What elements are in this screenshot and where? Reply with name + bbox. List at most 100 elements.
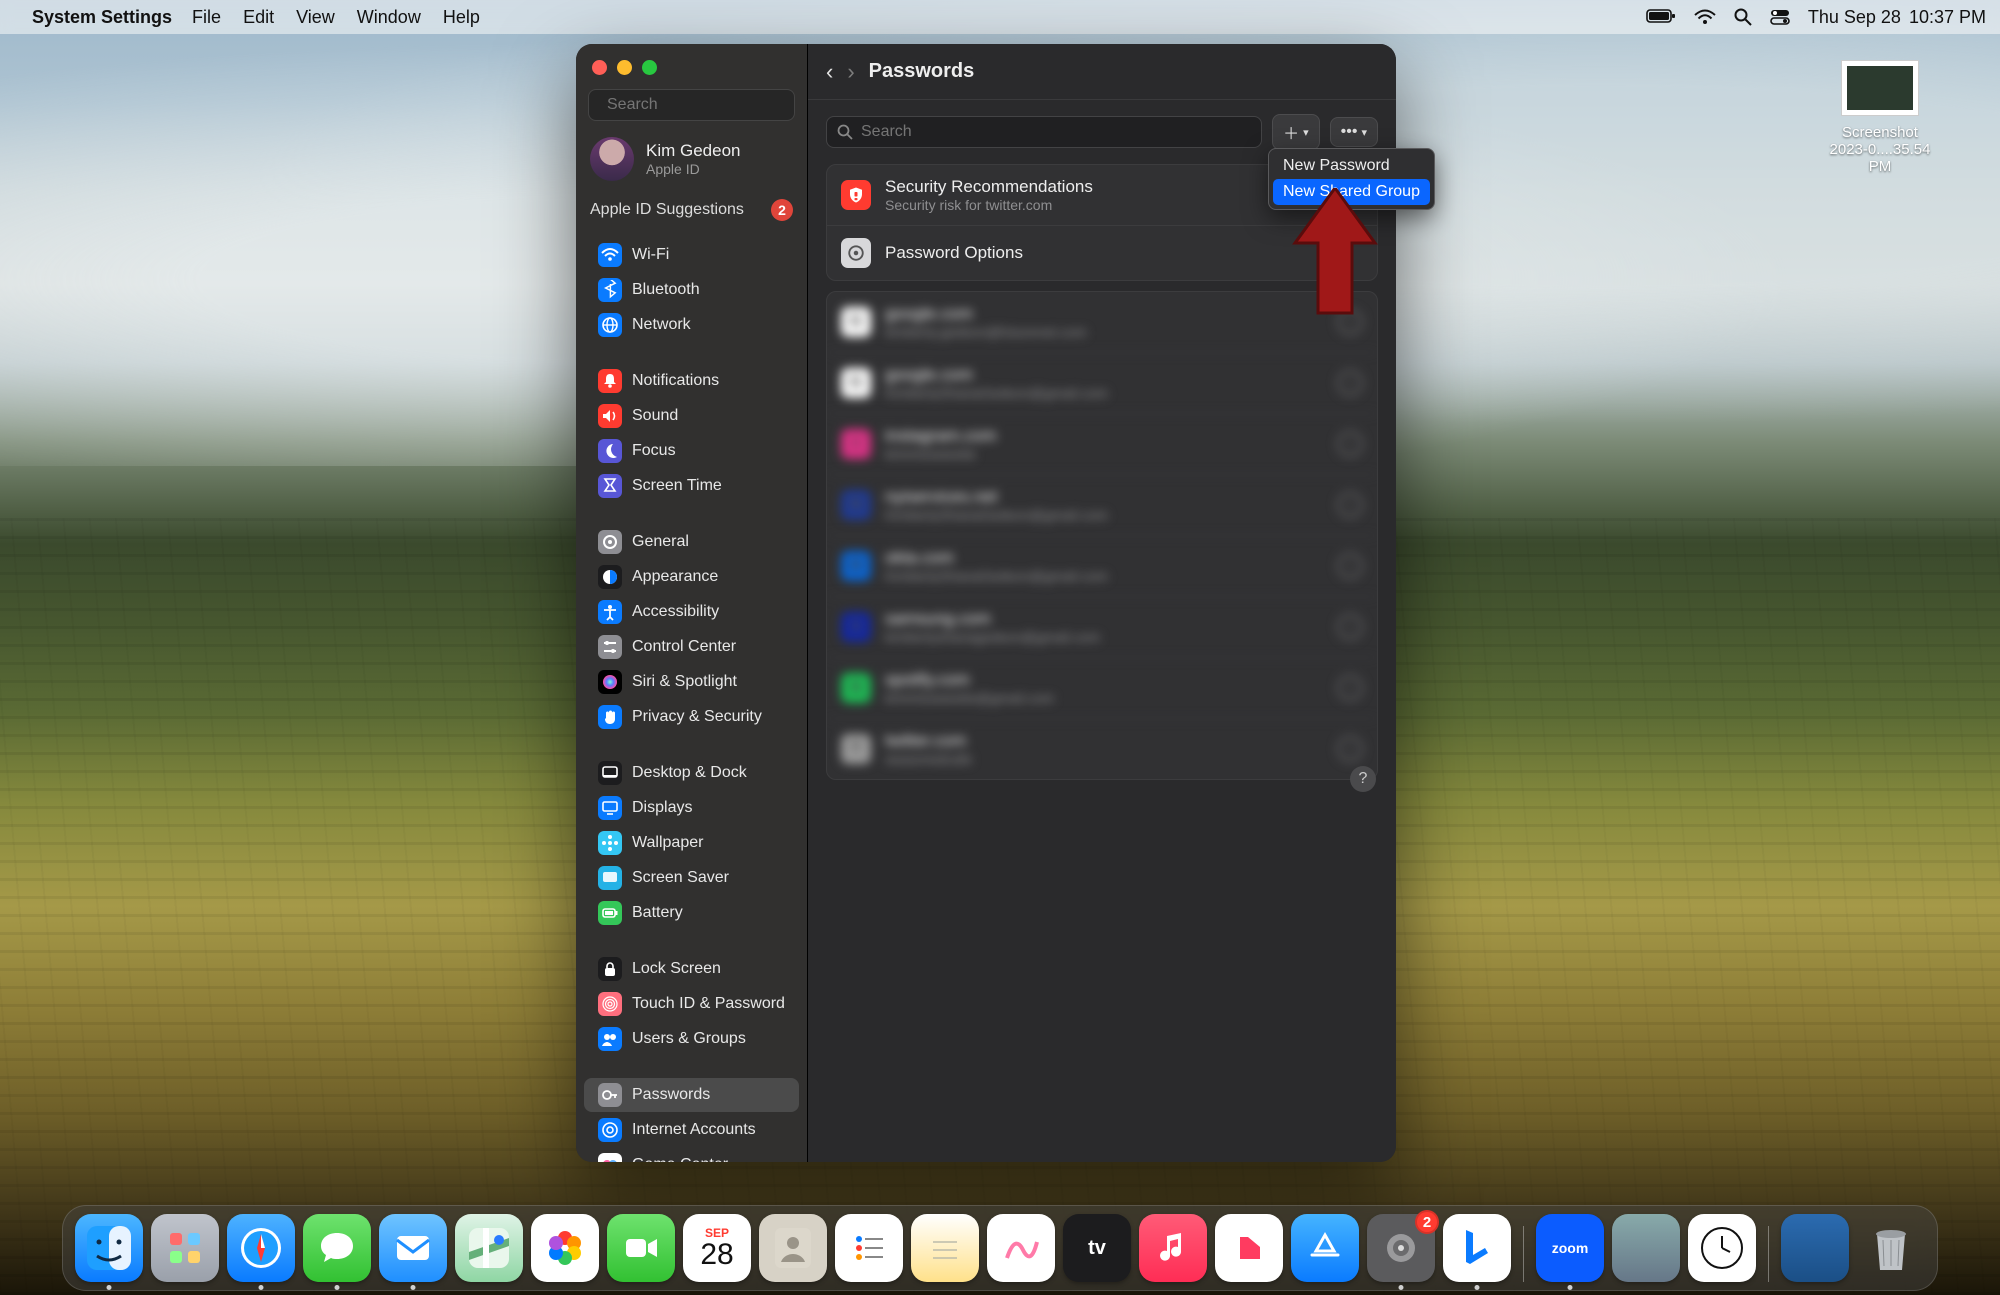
- info-icon[interactable]: i: [1337, 492, 1363, 518]
- forward-button[interactable]: ›: [847, 59, 854, 85]
- sidebar: Kim Gedeon Apple ID Apple ID Suggestions…: [576, 44, 808, 1162]
- sidebar-item-battery[interactable]: Battery: [584, 896, 799, 930]
- account-row[interactable]: Kim Gedeon Apple ID: [576, 131, 807, 189]
- sidebar-search[interactable]: [588, 89, 795, 121]
- info-icon[interactable]: i: [1337, 553, 1363, 579]
- dock-music[interactable]: [1139, 1214, 1207, 1282]
- info-icon[interactable]: i: [1337, 736, 1363, 762]
- dock-folder[interactable]: [1781, 1214, 1849, 1282]
- password-site: nyiservices.net: [885, 487, 1108, 507]
- password-row[interactable]: Nnyiservices.netKimberlyShanaGedeon@gmai…: [827, 474, 1377, 535]
- password-site: okta.com: [885, 548, 1108, 568]
- dock-notes[interactable]: [911, 1214, 979, 1282]
- apple-id-suggestions[interactable]: Apple ID Suggestions 2: [576, 189, 807, 231]
- password-site: google.com: [885, 304, 1087, 324]
- dock-photos[interactable]: [531, 1214, 599, 1282]
- password-row[interactable]: Ttwitter.comseasonedcafei: [827, 718, 1377, 779]
- menubar-time[interactable]: 10:37 PM: [1909, 7, 1986, 28]
- sidebar-item-general[interactable]: General: [584, 525, 799, 559]
- sidebar-item-focus[interactable]: Focus: [584, 434, 799, 468]
- password-row[interactable]: Ssamsung.comkimberlyshanagedeon@gmail.co…: [827, 596, 1377, 657]
- info-icon[interactable]: i: [1337, 614, 1363, 640]
- dock-preview-doc[interactable]: [1612, 1214, 1680, 1282]
- sidebar-item-sound[interactable]: Sound: [584, 399, 799, 433]
- menubar-date[interactable]: Thu Sep 28: [1808, 7, 1901, 28]
- dock-news[interactable]: [1215, 1214, 1283, 1282]
- dock-contacts[interactable]: [759, 1214, 827, 1282]
- menu-window[interactable]: Window: [357, 7, 421, 28]
- dock-messages[interactable]: [303, 1214, 371, 1282]
- help-button[interactable]: ?: [1350, 766, 1376, 792]
- sidebar-item-displays[interactable]: Displays: [584, 791, 799, 825]
- password-row[interactable]: Ggoogle.comKimberlyShanaGedeon@gmail.com…: [827, 352, 1377, 413]
- sidebar-item-touch-id-password[interactable]: Touch ID & Password: [584, 987, 799, 1021]
- dock-safari[interactable]: [227, 1214, 295, 1282]
- sidebar-item-network[interactable]: Network: [584, 308, 799, 342]
- menu-item-new-shared-group[interactable]: New Shared Group: [1273, 179, 1430, 205]
- menu-help[interactable]: Help: [443, 7, 480, 28]
- passwords-search-input[interactable]: [861, 123, 1251, 141]
- menu-file[interactable]: File: [192, 7, 221, 28]
- sidebar-item-privacy-security[interactable]: Privacy & Security: [584, 700, 799, 734]
- desktop-file-screenshot[interactable]: Screenshot 2023-0....35.54 PM: [1820, 60, 1940, 175]
- dock-bing[interactable]: [1443, 1214, 1511, 1282]
- dock-facetime[interactable]: [607, 1214, 675, 1282]
- sidebar-item-bluetooth[interactable]: Bluetooth: [584, 273, 799, 307]
- back-button[interactable]: ‹: [826, 59, 833, 85]
- sidebar-item-internet-accounts[interactable]: Internet Accounts: [584, 1113, 799, 1147]
- sidebar-item-siri-spotlight[interactable]: Siri & Spotlight: [584, 665, 799, 699]
- menu-edit[interactable]: Edit: [243, 7, 274, 28]
- sidebar-item-accessibility[interactable]: Accessibility: [584, 595, 799, 629]
- passwords-search[interactable]: [826, 116, 1262, 148]
- dock-settings[interactable]: 2: [1367, 1214, 1435, 1282]
- dock-calendar[interactable]: SEP28: [683, 1214, 751, 1282]
- dock-appstore[interactable]: [1291, 1214, 1359, 1282]
- password-row[interactable]: Ookta.comKimberlyShanaGedeon@gmail.comi: [827, 535, 1377, 596]
- sidebar-item-appearance[interactable]: Appearance: [584, 560, 799, 594]
- sidebar-item-screen-time[interactable]: Screen Time: [584, 469, 799, 503]
- password-row[interactable]: Iinstagram.comkimmissweetiei: [827, 413, 1377, 474]
- menu-item-new-password[interactable]: New Password: [1273, 153, 1430, 179]
- more-button[interactable]: ••• ▾: [1330, 117, 1378, 147]
- dock-trash[interactable]: [1857, 1214, 1925, 1282]
- spotlight-icon[interactable]: [1734, 8, 1752, 26]
- close-button[interactable]: [592, 60, 607, 75]
- sidebar-item-notifications[interactable]: Notifications: [584, 364, 799, 398]
- menu-view[interactable]: View: [296, 7, 335, 28]
- info-icon[interactable]: i: [1337, 675, 1363, 701]
- sidebar-item-wi-fi[interactable]: Wi-Fi: [584, 238, 799, 272]
- sidebar-item-wallpaper[interactable]: Wallpaper: [584, 826, 799, 860]
- sidebar-item-lock-screen[interactable]: Lock Screen: [584, 952, 799, 986]
- dock-launchpad[interactable]: [151, 1214, 219, 1282]
- sidebar-item-game-center[interactable]: Game Center: [584, 1148, 799, 1162]
- dock-zoom[interactable]: zoom: [1536, 1214, 1604, 1282]
- password-row[interactable]: Ggoogle.comkimberly.gedeon@futurenet.com…: [827, 292, 1377, 352]
- dock-freeform[interactable]: [987, 1214, 1055, 1282]
- info-icon[interactable]: i: [1337, 431, 1363, 457]
- battery-icon[interactable]: [1646, 9, 1676, 25]
- dock-finder[interactable]: [75, 1214, 143, 1282]
- dock-reminders[interactable]: [835, 1214, 903, 1282]
- dock-maps[interactable]: [455, 1214, 523, 1282]
- wifi-icon[interactable]: [1694, 9, 1716, 25]
- sidebar-search-input[interactable]: [607, 96, 814, 114]
- sidebar-item-users-groups[interactable]: Users & Groups: [584, 1022, 799, 1056]
- sidebar-item-passwords[interactable]: Passwords: [584, 1078, 799, 1112]
- sidebar-item-screen-saver[interactable]: Screen Saver: [584, 861, 799, 895]
- menubar-app-name[interactable]: System Settings: [32, 7, 172, 28]
- add-button[interactable]: ＋ ▾: [1272, 114, 1320, 150]
- dock-tv[interactable]: tv: [1063, 1214, 1131, 1282]
- zoom-button[interactable]: [642, 60, 657, 75]
- dock-clock[interactable]: [1688, 1214, 1756, 1282]
- info-icon[interactable]: i: [1337, 309, 1363, 335]
- users-icon: [598, 1027, 622, 1051]
- info-icon[interactable]: i: [1337, 370, 1363, 396]
- sidebar-list[interactable]: Wi-FiBluetoothNetwork NotificationsSoundF…: [576, 231, 807, 1162]
- password-options[interactable]: Password Options: [827, 225, 1377, 280]
- sidebar-item-desktop-dock[interactable]: Desktop & Dock: [584, 756, 799, 790]
- dock-mail[interactable]: [379, 1214, 447, 1282]
- minimize-button[interactable]: [617, 60, 632, 75]
- password-row[interactable]: Sspotify.comkimmissweetie@gmail.comi: [827, 657, 1377, 718]
- sidebar-item-control-center[interactable]: Control Center: [584, 630, 799, 664]
- control-center-icon[interactable]: [1770, 9, 1790, 25]
